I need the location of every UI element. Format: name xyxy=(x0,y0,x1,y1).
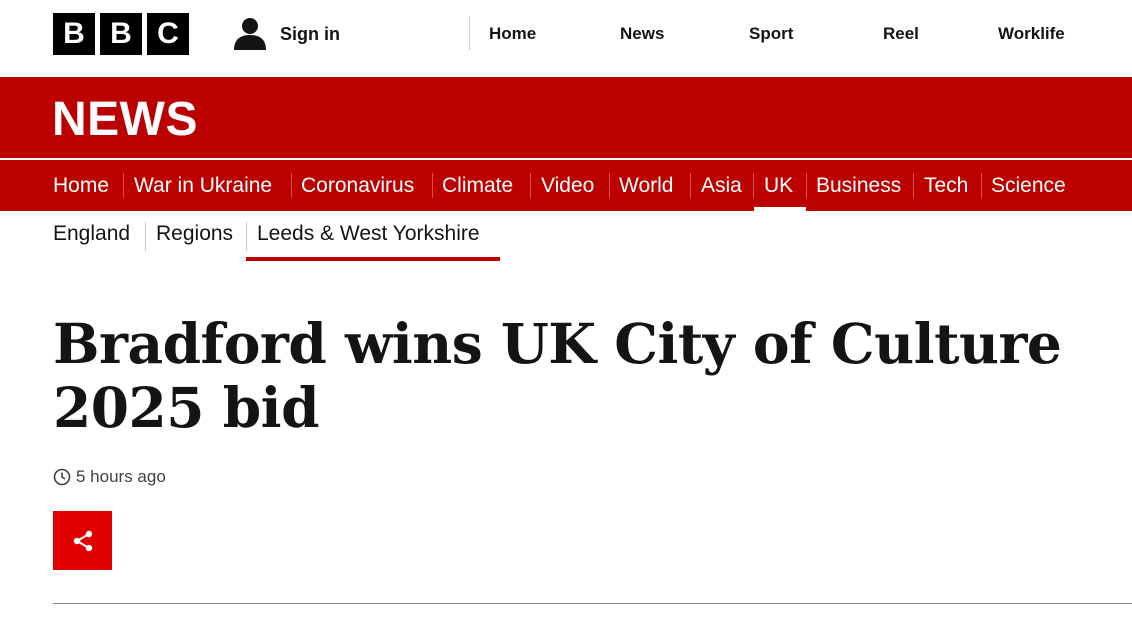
main-nav-climate[interactable]: Climate xyxy=(442,160,513,211)
top-nav-home[interactable]: Home xyxy=(489,24,536,44)
main-nav-uk[interactable]: UK xyxy=(764,160,793,211)
share-button[interactable] xyxy=(53,511,112,570)
main-nav-war-in-ukraine[interactable]: War in Ukraine xyxy=(134,160,272,211)
nav-separator xyxy=(432,173,433,198)
top-nav-reel[interactable]: Reel xyxy=(883,24,919,44)
nav-separator xyxy=(806,173,807,198)
sub-nav-regions[interactable]: Regions xyxy=(156,222,233,246)
nav-separator xyxy=(609,173,610,198)
sub-nav-active-indicator xyxy=(246,257,500,261)
user-icon xyxy=(234,18,266,50)
bbc-logo-letter-c: C xyxy=(147,13,189,55)
share-icon xyxy=(73,530,92,551)
timestamp-text: 5 hours ago xyxy=(76,467,166,486)
sub-nav-separator xyxy=(145,222,146,251)
top-bar: B B C Sign in Home News Sport Reel Workl… xyxy=(0,0,1132,76)
nav-separator xyxy=(690,173,691,198)
main-nav-science[interactable]: Science xyxy=(991,160,1066,211)
main-nav-home[interactable]: Home xyxy=(53,160,109,211)
nav-separator xyxy=(981,173,982,198)
main-nav-active-indicator xyxy=(754,207,806,211)
sub-nav-england[interactable]: England xyxy=(53,222,130,246)
main-nav-asia[interactable]: Asia xyxy=(701,160,742,211)
bbc-logo[interactable]: B B C xyxy=(53,13,189,55)
article-timestamp: 5 hours ago xyxy=(53,467,166,487)
article-divider xyxy=(53,603,1132,604)
sub-nav-separator xyxy=(246,222,247,251)
top-nav-sport[interactable]: Sport xyxy=(749,24,793,44)
main-navigation: Home War in Ukraine Coronavirus Climate … xyxy=(0,160,1132,211)
nav-separator xyxy=(753,173,754,198)
bbc-logo-letter-b2: B xyxy=(100,13,142,55)
main-nav-tech[interactable]: Tech xyxy=(924,160,968,211)
nav-separator xyxy=(291,173,292,198)
top-nav-worklife[interactable]: Worklife xyxy=(998,24,1065,44)
nav-separator xyxy=(913,173,914,198)
news-banner: NEWS xyxy=(0,77,1132,158)
main-nav-business[interactable]: Business xyxy=(816,160,901,211)
nav-separator xyxy=(123,173,124,198)
main-nav-world[interactable]: World xyxy=(619,160,673,211)
top-nav-news[interactable]: News xyxy=(620,24,664,44)
main-nav-video[interactable]: Video xyxy=(541,160,594,211)
news-section-title[interactable]: NEWS xyxy=(52,92,198,147)
sub-nav-leeds-west-yorkshire[interactable]: Leeds & West Yorkshire xyxy=(257,222,480,246)
top-nav-divider xyxy=(469,16,470,50)
article-headline: Bradford wins UK City of Culture 2025 bi… xyxy=(53,311,1062,440)
bbc-logo-letter-b1: B xyxy=(53,13,95,55)
main-nav-coronavirus[interactable]: Coronavirus xyxy=(301,160,414,211)
sign-in-label: Sign in xyxy=(280,23,340,44)
nav-separator xyxy=(530,173,531,198)
clock-icon xyxy=(53,468,71,486)
sign-in-link[interactable]: Sign in xyxy=(232,16,340,52)
